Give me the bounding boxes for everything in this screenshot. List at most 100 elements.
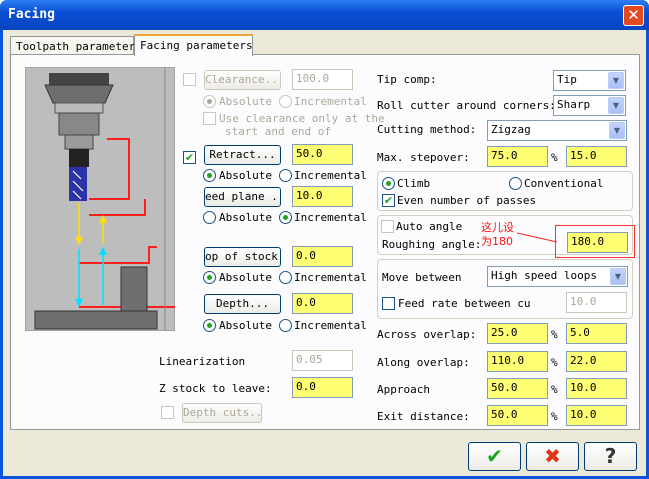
auto-angle-label: Auto angle <box>396 220 463 233</box>
retract-incremental-radio[interactable] <box>279 169 292 182</box>
annotation-text-line2: 为180 <box>481 235 513 248</box>
linearization-label: Linearization <box>159 355 246 368</box>
move-between-value: High speed loops <box>491 269 597 282</box>
exit-distance-input[interactable]: 10.0 <box>566 405 627 426</box>
along-overlap-percent-input[interactable]: 110.0 <box>487 351 548 372</box>
move-between-label: Move between <box>382 271 462 284</box>
close-button[interactable]: ✕ <box>623 5 644 26</box>
approach-percent-input[interactable]: 50.0 <box>487 378 548 399</box>
top-of-stock-input[interactable]: 0.0 <box>292 246 353 267</box>
move-between-select[interactable]: High speed loops ▼ <box>487 266 628 287</box>
use-clearance-label: Use clearance only at the <box>219 112 385 125</box>
retract-button[interactable]: Retract... <box>204 145 281 165</box>
depth-incremental-radio[interactable] <box>279 319 292 332</box>
top-stock-incremental-radio[interactable] <box>279 271 292 284</box>
dropdown-arrow-icon[interactable]: ▼ <box>610 268 626 285</box>
window-title: Facing <box>8 7 55 22</box>
feed-plane-incremental-label: Incremental <box>294 211 367 224</box>
top-stock-absolute-label: Absolute <box>219 271 272 284</box>
z-stock-label: Z stock to leave: <box>159 382 272 395</box>
dialog-window: Facing ✕ Toolpath parameters Facing para… <box>0 0 649 479</box>
feed-rate-between-input[interactable]: 10.0 <box>566 292 627 313</box>
use-clearance-label-line2: start and end of <box>225 125 331 138</box>
approach-label: Approach <box>377 383 430 396</box>
facing-diagram-image <box>25 67 175 331</box>
feed-rate-between-label: Feed rate between cu <box>398 297 531 310</box>
clearance-absolute-label: Absolute <box>219 95 272 108</box>
dropdown-arrow-icon[interactable]: ▼ <box>609 122 625 139</box>
feed-plane-input[interactable]: 10.0 <box>292 186 353 207</box>
ok-button[interactable]: ✔ <box>468 442 521 471</box>
exit-distance-label: Exit distance: <box>377 410 470 423</box>
depth-absolute-radio[interactable] <box>203 319 216 332</box>
tab-facing-parameters[interactable]: Facing parameters <box>134 34 253 56</box>
clearance-absolute-radio[interactable] <box>203 95 216 108</box>
across-overlap-label: Across overlap: <box>377 328 477 341</box>
dropdown-arrow-icon[interactable]: ▼ <box>608 97 624 114</box>
feed-plane-incremental-radio[interactable] <box>279 211 292 224</box>
retract-input[interactable]: 50.0 <box>292 144 353 165</box>
max-stepover-input[interactable]: 15.0 <box>566 146 627 167</box>
exit-distance-percent-input[interactable]: 50.0 <box>487 405 548 426</box>
clearance-incremental-radio[interactable] <box>279 95 292 108</box>
even-passes-label: Even number of passes <box>397 194 537 207</box>
climb-label: Climb <box>397 177 431 190</box>
feed-plane-absolute-label: Absolute <box>219 211 272 224</box>
cutting-method-value: Zigzag <box>491 123 531 136</box>
dialog-body: Toolpath parameters Facing parameters Cl… <box>3 30 646 476</box>
auto-angle-checkbox[interactable] <box>381 220 394 233</box>
annotation-highlight-box <box>555 225 635 258</box>
percent-sign: % <box>551 410 558 423</box>
max-stepover-percent-input[interactable]: 75.0 <box>487 146 548 167</box>
top-of-stock-button[interactable]: op of stock.. <box>204 247 281 267</box>
cancel-button[interactable]: ✖ <box>526 442 579 471</box>
percent-sign: % <box>551 356 558 369</box>
along-overlap-input[interactable]: 22.0 <box>566 351 627 372</box>
depth-absolute-label: Absolute <box>219 319 272 332</box>
depth-button[interactable]: Depth... <box>204 294 281 314</box>
top-stock-absolute-radio[interactable] <box>203 271 216 284</box>
tip-comp-select[interactable]: Tip ▼ <box>553 70 626 91</box>
linearization-input[interactable]: 0.05 <box>292 350 353 371</box>
approach-input[interactable]: 10.0 <box>566 378 627 399</box>
cutting-method-label: Cutting method: <box>377 123 477 136</box>
depth-incremental-label: Incremental <box>294 319 367 332</box>
z-stock-input[interactable]: 0.0 <box>292 377 353 398</box>
percent-sign: % <box>551 151 558 164</box>
tab-toolpath-parameters[interactable]: Toolpath parameters <box>10 36 142 56</box>
annotation-arrow <box>517 232 558 243</box>
climb-radio[interactable] <box>382 177 395 190</box>
depth-cuts-checkbox[interactable] <box>161 406 174 419</box>
conventional-radio[interactable] <box>509 177 522 190</box>
percent-sign: % <box>551 383 558 396</box>
retract-absolute-radio[interactable] <box>203 169 216 182</box>
tip-comp-value: Tip <box>557 73 577 86</box>
facing-parameters-panel: Clearance... 100.0 Absolute Incremental … <box>10 54 640 430</box>
cutting-method-select[interactable]: Zigzag ▼ <box>487 120 627 141</box>
across-overlap-percent-input[interactable]: 25.0 <box>487 323 548 344</box>
help-button[interactable]: ? <box>584 442 637 471</box>
retract-absolute-label: Absolute <box>219 169 272 182</box>
dropdown-arrow-icon[interactable]: ▼ <box>608 72 624 89</box>
depth-cuts-button[interactable]: Depth cuts... <box>182 403 262 423</box>
top-stock-incremental-label: Incremental <box>294 271 367 284</box>
retract-checkbox[interactable]: ✔ <box>183 151 196 164</box>
clearance-incremental-label: Incremental <box>294 95 367 108</box>
title-bar: Facing ✕ <box>0 0 649 30</box>
across-overlap-input[interactable]: 5.0 <box>566 323 627 344</box>
roughing-angle-label: Roughing angle: <box>382 238 482 251</box>
clearance-checkbox[interactable] <box>183 73 196 86</box>
feed-plane-button[interactable]: eed plane ... <box>204 187 281 207</box>
use-clearance-checkbox[interactable] <box>203 112 216 125</box>
even-passes-checkbox[interactable]: ✔ <box>382 194 395 207</box>
along-overlap-label: Along overlap: <box>377 356 470 369</box>
depth-input[interactable]: 0.0 <box>292 293 353 314</box>
feed-plane-absolute-radio[interactable] <box>203 211 216 224</box>
max-stepover-label: Max. stepover: <box>377 151 470 164</box>
retract-incremental-label: Incremental <box>294 169 367 182</box>
feed-rate-between-checkbox[interactable] <box>382 297 395 310</box>
clearance-input[interactable]: 100.0 <box>292 69 353 90</box>
clearance-button[interactable]: Clearance... <box>204 70 281 90</box>
roll-cutter-select[interactable]: Sharp ▼ <box>553 95 626 116</box>
roll-cutter-value: Sharp <box>557 98 591 111</box>
